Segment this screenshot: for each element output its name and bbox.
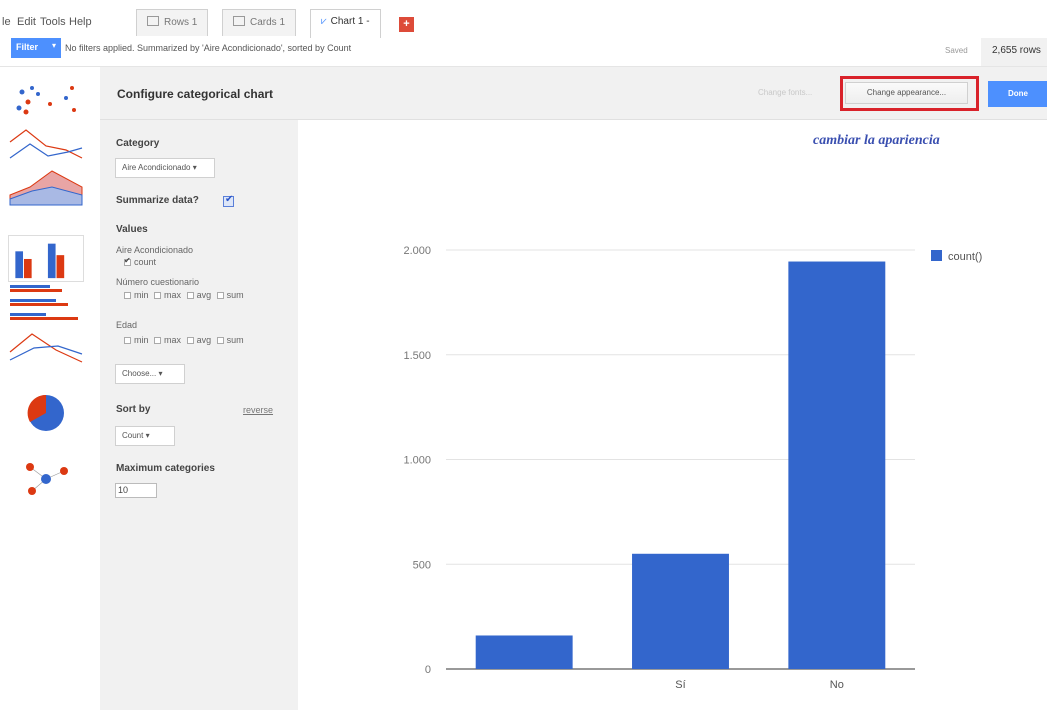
config-panel: Category Aire Acondicionado ▾ Summarize … <box>100 120 298 710</box>
filter-bar: Filter ▾ No filters applied. Summarized … <box>0 38 1047 67</box>
bar <box>475 635 573 669</box>
cards-icon <box>233 16 245 26</box>
x-tick-label: Sí <box>675 679 685 691</box>
y-tick-label: 2.000 <box>403 245 431 257</box>
tab-rows-label: Rows 1 <box>164 17 198 28</box>
sort-select[interactable]: Count ▾ <box>115 426 175 446</box>
values-label: Values <box>116 224 148 235</box>
line-chart-icon[interactable] <box>8 122 84 164</box>
menu-tools[interactable]: Tools <box>40 16 66 28</box>
config-header: Configure categorical chart Change fonts… <box>100 67 1047 120</box>
category-label: Category <box>116 138 160 149</box>
category-select[interactable]: Aire Acondicionado ▾ <box>115 158 215 178</box>
add-tab-button[interactable]: + <box>399 17 414 32</box>
menu-help[interactable]: Help <box>69 16 92 28</box>
filter-summary: No filters applied. Summarized by 'Aire … <box>65 43 352 53</box>
sort-by-label: Sort by <box>116 404 151 415</box>
edad-sum-label: sum <box>226 335 244 345</box>
filter-button-label: Filter <box>16 42 39 52</box>
chart-type-list <box>0 67 100 710</box>
numero-max-label: max <box>164 290 182 300</box>
chart-tab-icon: ⩗ <box>321 16 327 27</box>
numero-max-checkbox[interactable] <box>154 292 162 299</box>
reverse-link[interactable]: reverse <box>243 405 273 415</box>
field-aire-acondicionado: Aire Acondicionado <box>116 245 194 255</box>
change-fonts-button[interactable]: Change fonts... <box>758 88 812 97</box>
tab-cards[interactable]: Cards 1 <box>222 9 297 36</box>
menu-edit[interactable]: Edit <box>17 16 36 28</box>
edad-avg-checkbox[interactable] <box>186 337 194 344</box>
highlight-box <box>840 76 979 111</box>
chart-area: cambiar la apariencia 0 500 1.000 1.500 2.00… <box>298 120 1047 710</box>
count-option-label: count <box>134 257 157 267</box>
tab-chart[interactable]: ⩗ Chart 1 - <box>310 9 381 39</box>
menu-file[interactable]: le <box>2 16 11 28</box>
edad-agg-options: min max avg sum <box>124 335 244 345</box>
bar <box>632 553 729 669</box>
numero-avg-checkbox[interactable] <box>186 292 194 299</box>
bar-chart-icon[interactable] <box>8 283 84 325</box>
summarize-checkbox[interactable] <box>223 194 234 207</box>
count-option[interactable]: count <box>124 256 157 267</box>
y-tick-label: 500 <box>413 559 431 571</box>
count-checkbox[interactable] <box>124 256 131 266</box>
chevron-down-icon: ▾ <box>51 41 56 50</box>
pie-chart-icon[interactable] <box>8 392 84 434</box>
edad-min-label: min <box>134 335 149 345</box>
y-tick-label: 1.000 <box>403 455 431 467</box>
field-numero-cuestionario: Número cuestionario <box>116 277 200 287</box>
legend-swatch <box>931 250 942 261</box>
numero-agg-options: min max avg sum <box>124 290 244 300</box>
max-categories-input[interactable]: 10 <box>115 483 157 498</box>
summarize-label: Summarize data? <box>116 195 199 206</box>
numero-min-label: min <box>134 290 149 300</box>
row-count: 2,655 rows <box>981 38 1047 66</box>
y-tick-label: 0 <box>425 664 431 676</box>
categorical-line-icon[interactable] <box>8 324 84 366</box>
done-button[interactable]: Done <box>988 81 1047 107</box>
saved-status: Saved <box>945 46 968 55</box>
tab-chart-label: Chart 1 - <box>330 16 370 27</box>
edad-sum-checkbox[interactable] <box>216 337 224 344</box>
column-chart-icon[interactable] <box>8 235 84 282</box>
numero-sum-label: sum <box>226 290 244 300</box>
choose-select[interactable]: Choose... ▾ <box>115 364 185 384</box>
rows-icon <box>147 16 159 26</box>
x-tick-label: No <box>830 679 844 691</box>
numero-sum-checkbox[interactable] <box>216 292 224 299</box>
menu-bar: le Edit Tools Help Rows 1 Cards 1 ⩗ Chart… <box>0 0 1047 39</box>
tab-cards-label: Cards 1 <box>250 17 286 28</box>
bar <box>788 261 886 669</box>
edad-avg-label: avg <box>196 335 212 345</box>
edad-max-label: max <box>164 335 182 345</box>
bar-chart: 0 500 1.000 1.500 2.000 Sí No count() <box>403 245 982 691</box>
area-chart-icon[interactable] <box>8 165 84 207</box>
field-edad: Edad <box>116 320 138 330</box>
edad-max-checkbox[interactable] <box>154 337 162 344</box>
y-tick-label: 1.500 <box>403 350 431 362</box>
edad-min-checkbox[interactable] <box>124 337 131 344</box>
legend-label: count() <box>948 251 982 263</box>
network-chart-icon[interactable] <box>8 457 84 499</box>
filter-button[interactable]: Filter ▾ <box>11 38 61 58</box>
numero-avg-label: avg <box>196 290 212 300</box>
tab-rows[interactable]: Rows 1 <box>136 9 209 36</box>
scatter-chart-icon[interactable] <box>8 80 84 122</box>
page-title: Configure categorical chart <box>117 87 274 101</box>
numero-min-checkbox[interactable] <box>124 292 131 299</box>
max-categories-label: Maximum categories <box>116 463 215 474</box>
